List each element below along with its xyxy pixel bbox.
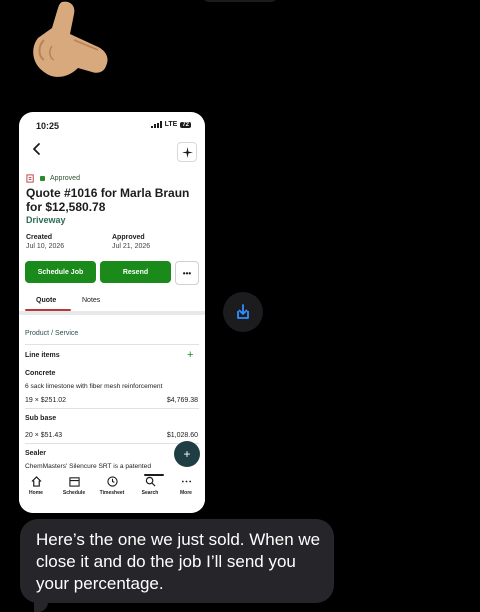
nav-label: Home [29, 490, 43, 496]
sparkle-icon [181, 146, 193, 158]
created-label: Created [26, 234, 53, 241]
quote-status: Approved [26, 174, 80, 183]
home-icon [30, 476, 42, 487]
signal-icon [150, 121, 162, 128]
line-item-name: Concrete [25, 370, 56, 377]
line-item-name: Sealer [25, 450, 47, 457]
resend-button[interactable]: Resend [100, 261, 171, 283]
created-date: Jul 10, 2026 [26, 243, 65, 250]
message-text: Here’s the one we just sold. When we clo… [36, 530, 321, 593]
approved-label: Approved [112, 234, 145, 241]
network-type: LTE [164, 121, 178, 128]
nav-search[interactable]: Search [133, 476, 167, 496]
line-item-name: Sub base [25, 415, 57, 422]
approved-date: Jul 21, 2026 [112, 243, 151, 250]
add-line-item-button[interactable]: + [187, 349, 193, 361]
status-label: Approved [50, 175, 80, 182]
nav-label: Search [141, 490, 159, 496]
message-bubble: Here’s the one we just sold. When we clo… [20, 519, 334, 603]
line-item-qty-price: 20 × $51.43 [25, 432, 63, 439]
tab-notes[interactable]: Notes [82, 297, 100, 304]
nav-more[interactable]: More [169, 476, 203, 496]
ai-sparkle-button[interactable] [177, 142, 197, 162]
bottom-nav: Home Schedule Timesheet Search More [19, 472, 205, 513]
nav-label: Schedule [62, 490, 86, 496]
line-item-qty-price: 19 × $251.02 [25, 397, 67, 404]
quote-document-icon [26, 174, 34, 183]
top-blob [200, 0, 280, 2]
more-actions-button[interactable]: ••• [175, 261, 199, 285]
nav-label: Timesheet [99, 490, 125, 496]
call-me-hand-emoji [33, 1, 108, 77]
quote-title: Quote #1016 for Marla Braun for $12,580.… [26, 186, 190, 214]
clock-icon [106, 476, 118, 487]
status-bar: 10:25 LTE 72 [19, 112, 205, 138]
line-item-description: ChemMasters' Silencure SRT is a patented [25, 463, 151, 470]
approved-dot [40, 176, 45, 181]
divider [25, 344, 199, 345]
search-icon [145, 476, 156, 487]
line-item-total: $4,769.38 [166, 397, 198, 404]
line-items-label: Line items [25, 352, 60, 359]
tab-quote[interactable]: Quote [36, 297, 56, 304]
nav-label: More [180, 490, 192, 496]
add-fab-button[interactable]: + [174, 441, 200, 467]
nav-timesheet[interactable]: Timesheet [95, 476, 129, 496]
phone-screenshot: 10:25 LTE 72 Approved Quote #1016 for Ma… [19, 112, 205, 513]
line-item-description: 6 sack limestone with fiber mesh reinfor… [25, 383, 163, 390]
download-button[interactable] [223, 292, 263, 332]
more-icon [181, 480, 191, 483]
home-indicator [144, 474, 164, 476]
battery-icon: 72 [180, 121, 191, 128]
section-label: Product / Service [25, 330, 79, 337]
nav-schedule[interactable]: Schedule [57, 476, 91, 496]
back-arrow-icon[interactable] [30, 142, 44, 156]
section-divider [19, 311, 205, 315]
divider [25, 408, 199, 409]
quote-subtitle: Driveway [26, 215, 66, 225]
schedule-job-button[interactable]: Schedule Job [25, 261, 96, 283]
calendar-icon [68, 477, 80, 487]
download-icon [237, 304, 249, 319]
line-item-total: $1,028.60 [166, 432, 198, 439]
divider [25, 443, 199, 444]
nav-home[interactable]: Home [19, 476, 53, 496]
status-time: 10:25 [36, 121, 60, 131]
